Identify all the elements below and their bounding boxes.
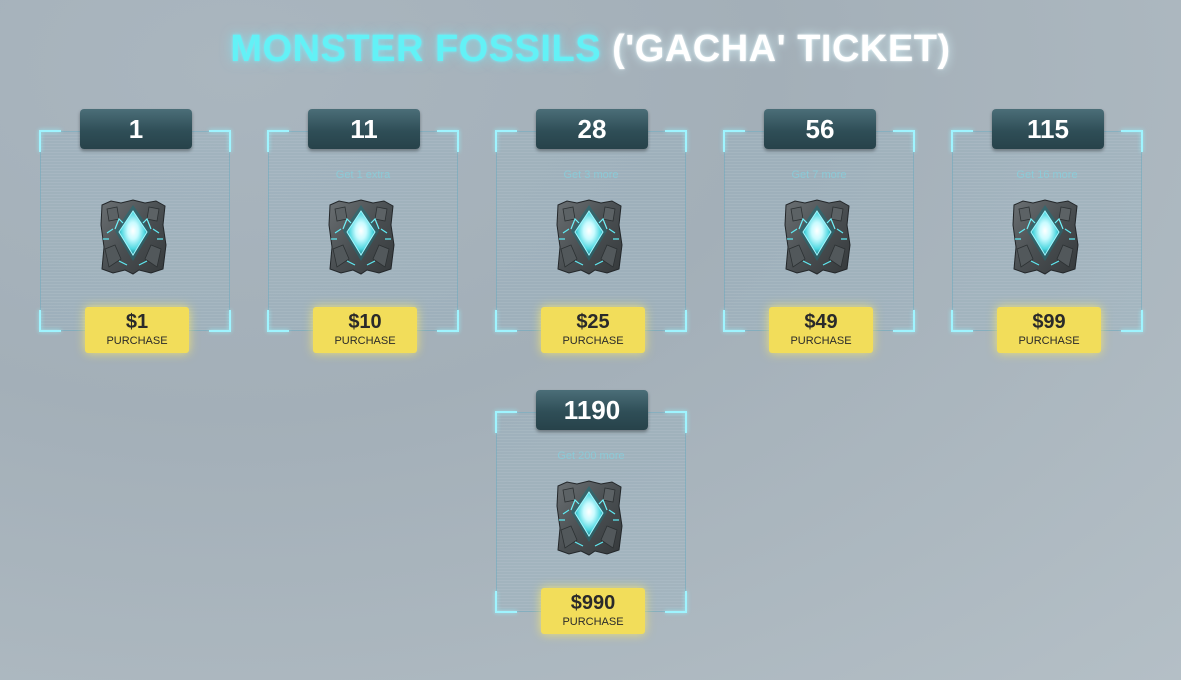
corner-bracket <box>1121 130 1143 152</box>
title-highlight: MONSTER FOSSILS <box>230 28 602 70</box>
purchase-button[interactable]: $99 PURCHASE <box>997 307 1101 353</box>
purchase-label: PURCHASE <box>562 616 624 628</box>
pack-card: 1190 Get 200 more $990 PURCHASE <box>495 390 687 634</box>
corner-bracket <box>267 310 289 332</box>
pack-card: 11 Get 1 extra $10 PURCHASE <box>267 109 459 353</box>
purchase-label: PURCHASE <box>334 335 396 347</box>
pack-quantity: 1190 <box>536 390 648 430</box>
corner-bracket <box>893 310 915 332</box>
corner-bracket <box>39 130 61 152</box>
corner-bracket <box>1121 310 1143 332</box>
pack-price: $1 <box>125 311 149 333</box>
pack-card: 56 Get 7 more $49 PURCHASE <box>723 109 915 353</box>
pack-card: 115 Get 16 more $99 PURCHASE <box>951 109 1143 353</box>
corner-bracket <box>665 310 687 332</box>
monster-fossil-icon <box>783 199 851 275</box>
corner-bracket <box>495 591 517 613</box>
purchase-button[interactable]: $1 PURCHASE <box>85 307 189 353</box>
title-rest: ('GACHA' TICKET) <box>601 28 951 70</box>
corner-bracket <box>723 130 745 152</box>
purchase-label: PURCHASE <box>106 335 168 347</box>
pack-price: $10 <box>348 311 382 333</box>
purchase-label: PURCHASE <box>1018 335 1080 347</box>
corner-bracket <box>437 310 459 332</box>
purchase-button[interactable]: $10 PURCHASE <box>313 307 417 353</box>
pack-subtitle: Get 1 extra <box>335 169 391 181</box>
pack-quantity: 1 <box>80 109 192 149</box>
monster-fossil-icon <box>99 199 167 275</box>
pack-subtitle: Get 7 more <box>791 169 847 181</box>
page-title: MONSTER FOSSILS ('GACHA' TICKET) <box>0 28 1181 71</box>
pack-subtitle: Get 16 more <box>1016 169 1078 181</box>
corner-bracket <box>951 130 973 152</box>
corner-bracket <box>665 130 687 152</box>
purchase-button[interactable]: $49 PURCHASE <box>769 307 873 353</box>
monster-fossil-icon <box>1011 199 1079 275</box>
corner-bracket <box>495 411 517 433</box>
pack-quantity: 56 <box>764 109 876 149</box>
pack-quantity: 11 <box>308 109 420 149</box>
monster-fossil-icon <box>555 199 623 275</box>
monster-fossil-icon <box>327 199 395 275</box>
purchase-button[interactable]: $990 PURCHASE <box>541 588 645 634</box>
pack-card: 28 Get 3 more $25 PURCHASE <box>495 109 687 353</box>
corner-bracket <box>665 411 687 433</box>
pack-subtitle: Get 200 more <box>557 450 625 462</box>
corner-bracket <box>437 130 459 152</box>
corner-bracket <box>267 130 289 152</box>
pack-price: $49 <box>804 311 838 333</box>
corner-bracket <box>723 310 745 332</box>
corner-bracket <box>495 310 517 332</box>
corner-bracket <box>495 130 517 152</box>
corner-bracket <box>951 310 973 332</box>
pack-card: 1 $1 PURCHASE <box>39 109 231 353</box>
pack-price: $990 <box>570 592 616 614</box>
corner-bracket <box>893 130 915 152</box>
corner-bracket <box>209 310 231 332</box>
monster-fossil-icon <box>555 480 623 556</box>
purchase-label: PURCHASE <box>562 335 624 347</box>
pack-subtitle: Get 3 more <box>563 169 619 181</box>
purchase-label: PURCHASE <box>790 335 852 347</box>
corner-bracket <box>39 310 61 332</box>
pack-price: $25 <box>576 311 610 333</box>
corner-bracket <box>665 591 687 613</box>
corner-bracket <box>209 130 231 152</box>
pack-quantity: 115 <box>992 109 1104 149</box>
pack-quantity: 28 <box>536 109 648 149</box>
purchase-button[interactable]: $25 PURCHASE <box>541 307 645 353</box>
pack-price: $99 <box>1032 311 1066 333</box>
